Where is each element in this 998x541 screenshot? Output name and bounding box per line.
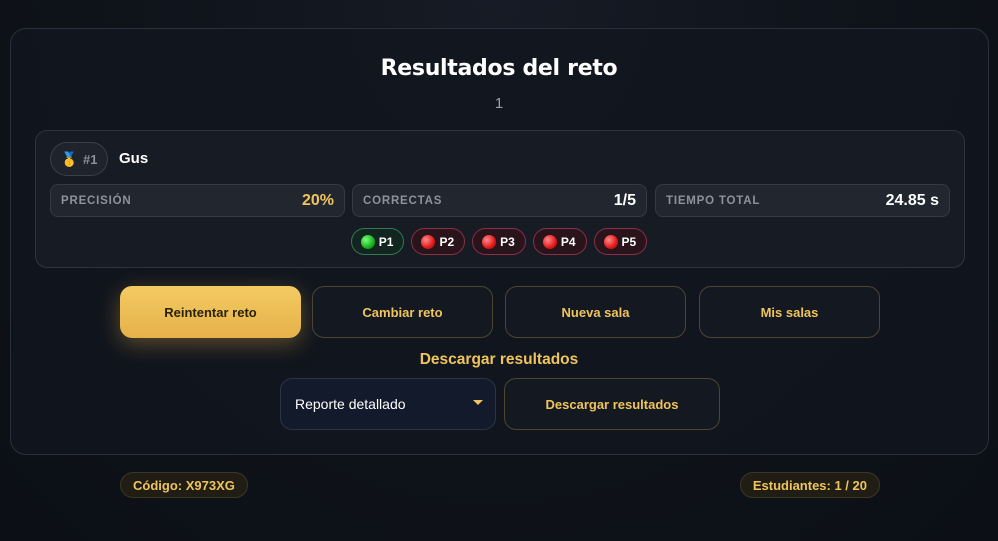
students-count-badge: Estudiantes: 1 / 20 <box>739 472 880 498</box>
stat-precision: PRECISIÓN 20% <box>50 184 345 217</box>
question-label: P4 <box>560 234 576 249</box>
rank-number: #1 <box>82 151 98 167</box>
stat-label: CORRECTAS <box>363 194 443 207</box>
chevron-down-icon <box>473 400 483 405</box>
correct-dot-icon <box>360 234 375 249</box>
question-pill-p1: P1 <box>350 228 405 255</box>
incorrect-dot-icon <box>482 234 497 249</box>
page-title: Resultados del reto <box>380 56 618 81</box>
retry-challenge-button[interactable]: Reintentar reto <box>120 286 301 338</box>
page-subtitle: 1 <box>494 95 504 112</box>
stat-label: TIEMPO TOTAL <box>666 194 761 207</box>
new-room-button[interactable]: Nueva sala <box>505 286 686 338</box>
question-label: P2 <box>439 234 455 249</box>
question-label: P3 <box>500 234 515 249</box>
rank-badge: 🥇 #1 <box>50 142 108 176</box>
stat-correct: CORRECTAS 1/5 <box>352 184 647 217</box>
question-pill-p3: P3 <box>472 228 526 255</box>
player-name: Gus <box>119 150 149 167</box>
medal-icon: 🥇 <box>60 150 78 167</box>
incorrect-dot-icon <box>421 234 436 249</box>
question-pill-p4: P4 <box>532 228 587 255</box>
report-type-value: Reporte detallado <box>295 396 406 412</box>
change-challenge-button[interactable]: Cambiar reto <box>312 286 493 338</box>
report-type-select[interactable]: Reporte detallado <box>280 378 496 430</box>
question-pill-p2: P2 <box>411 228 466 255</box>
stat-label: PRECISIÓN <box>61 194 132 207</box>
room-code-badge: Código: X973XG <box>120 472 248 498</box>
download-section-title: Descargar resultados <box>419 351 579 368</box>
question-pill-p5: P5 <box>593 228 648 255</box>
stat-total-time: TIEMPO TOTAL 24.85 s <box>655 184 950 217</box>
question-results: P1 P2 P3 P4 P5 <box>0 228 998 255</box>
my-rooms-button[interactable]: Mis salas <box>699 286 880 338</box>
incorrect-dot-icon <box>542 234 557 249</box>
stat-value: 24.85 s <box>885 191 939 209</box>
download-results-button[interactable]: Descargar resultados <box>504 378 720 430</box>
question-label: P5 <box>621 234 637 249</box>
incorrect-dot-icon <box>603 234 618 249</box>
stat-value: 1/5 <box>613 191 636 209</box>
stat-value: 20% <box>301 191 334 209</box>
question-label: P1 <box>378 234 394 249</box>
